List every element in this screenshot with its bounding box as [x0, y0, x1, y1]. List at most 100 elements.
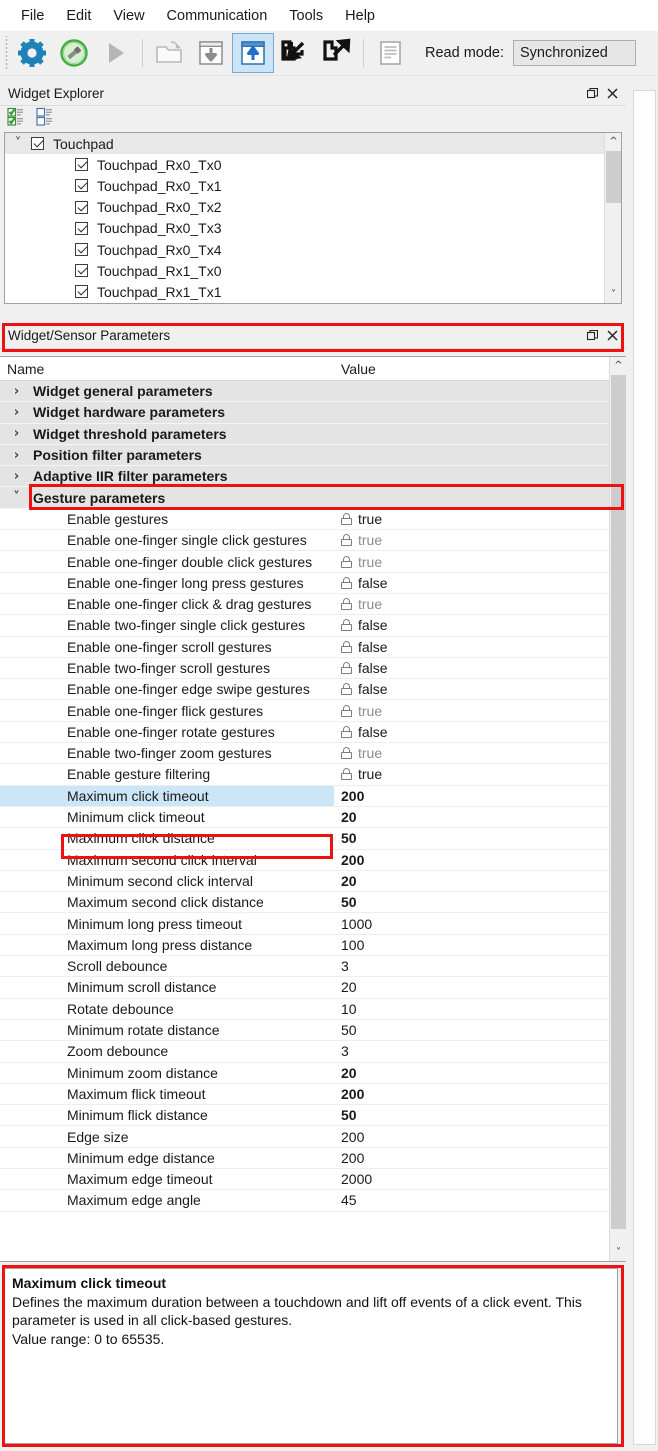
menu-item-edit[interactable]: Edit: [55, 5, 102, 27]
parameter-value-cell[interactable]: 10: [334, 999, 609, 1019]
play-icon[interactable]: [95, 33, 137, 73]
parameter-value-cell[interactable]: true: [334, 509, 609, 529]
menu-item-view[interactable]: View: [102, 5, 155, 27]
parameter-row[interactable]: Enable two-finger zoom gestures true: [0, 743, 609, 765]
tree-item[interactable]: Touchpad_Rx0_Tx0: [5, 154, 604, 175]
parameter-group-row[interactable]: › Widget threshold parameters: [0, 423, 609, 445]
parameter-value-cell[interactable]: 2000: [334, 1169, 609, 1189]
chevron-right-icon[interactable]: ›: [0, 448, 33, 463]
parameter-name-cell[interactable]: Enable two-finger scroll gestures: [0, 658, 334, 678]
parameter-name-cell[interactable]: Minimum click timeout: [0, 807, 334, 827]
scroll-thumb[interactable]: [611, 375, 626, 1229]
parameter-value-cell[interactable]: false: [334, 722, 609, 742]
chevron-right-icon[interactable]: ›: [0, 405, 33, 420]
parameter-value-cell[interactable]: [334, 381, 609, 402]
tree-item[interactable]: Touchpad_Rx0_Tx4: [5, 239, 604, 260]
parameter-value-cell[interactable]: 100: [334, 935, 609, 955]
parameter-row[interactable]: Enable two-finger single click gestures f…: [0, 615, 609, 637]
parameter-row[interactable]: Maximum edge timeout 2000: [0, 1169, 609, 1191]
parameter-row[interactable]: Minimum second click interval 20: [0, 871, 609, 893]
parameter-name-cell[interactable]: Rotate debounce: [0, 999, 334, 1019]
parameter-value-cell[interactable]: false: [334, 615, 609, 635]
float-icon[interactable]: [582, 326, 602, 344]
parameter-group-row[interactable]: › Widget general parameters: [0, 381, 609, 403]
parameter-value-cell[interactable]: 1000: [334, 913, 609, 933]
open-folder-icon[interactable]: [148, 33, 190, 73]
parameter-value-cell[interactable]: true: [334, 764, 609, 784]
parameter-row[interactable]: Minimum edge distance 200: [0, 1148, 609, 1169]
menu-item-communication[interactable]: Communication: [156, 5, 279, 27]
tree-item[interactable]: Touchpad_Rx0_Tx3: [5, 218, 604, 239]
chevron-right-icon[interactable]: ›: [0, 384, 33, 399]
check-all-icon[interactable]: [7, 107, 27, 132]
widget-tree[interactable]: ˅ Touchpad Touchpad_Rx0_Tx0 Touchpad_Rx0_Tx…: [4, 132, 622, 304]
parameter-value-cell[interactable]: 50: [334, 1105, 609, 1125]
parameter-name-cell[interactable]: Edge size: [0, 1126, 334, 1146]
parameter-name-cell[interactable]: › Widget general parameters: [0, 381, 334, 401]
parameter-name-cell[interactable]: Enable gestures: [0, 509, 334, 529]
parameter-value-cell[interactable]: false: [334, 573, 609, 593]
parameter-name-cell[interactable]: Maximum click timeout: [0, 785, 334, 806]
parameter-value-cell[interactable]: 200: [334, 786, 609, 806]
parameter-name-cell[interactable]: › Widget hardware parameters: [0, 402, 334, 422]
parameter-row[interactable]: Enable one-finger long press gestures fal…: [0, 573, 609, 594]
parameter-name-cell[interactable]: Enable one-finger flick gestures: [0, 700, 334, 720]
parameter-name-cell[interactable]: Minimum rotate distance: [0, 1020, 334, 1040]
tree-item-checkbox[interactable]: [75, 179, 88, 193]
parameter-row[interactable]: Zoom debounce 3: [0, 1041, 609, 1063]
parameter-name-cell[interactable]: Enable one-finger rotate gestures: [0, 722, 334, 742]
parameter-value-cell[interactable]: [334, 444, 609, 466]
parameter-name-cell[interactable]: Enable gesture filtering: [0, 764, 334, 784]
scroll-down-icon[interactable]: ˅: [610, 1244, 626, 1261]
parameter-name-cell[interactable]: ˅ Gesture parameters: [0, 487, 334, 507]
parameter-row[interactable]: Enable one-finger scroll gestures false: [0, 637, 609, 658]
parameter-value-cell[interactable]: false: [334, 637, 609, 657]
menu-item-tools[interactable]: Tools: [278, 5, 334, 27]
widget-tree-scrollbar[interactable]: ^ ˅: [604, 133, 621, 303]
parameter-name-cell[interactable]: Minimum zoom distance: [0, 1063, 334, 1083]
report-document-icon[interactable]: [369, 33, 411, 73]
parameter-row[interactable]: Minimum rotate distance 50: [0, 1020, 609, 1042]
parameter-name-cell[interactable]: Maximum edge timeout: [0, 1169, 334, 1189]
tree-item-checkbox[interactable]: [31, 137, 44, 151]
parameter-row[interactable]: Maximum edge angle 45: [0, 1190, 609, 1212]
parameter-value-cell[interactable]: 20: [334, 871, 609, 891]
parameter-name-cell[interactable]: Maximum flick timeout: [0, 1084, 334, 1104]
tree-root-item[interactable]: ˅ Touchpad: [5, 133, 604, 155]
parameter-value-cell[interactable]: true: [334, 743, 609, 763]
parameter-row[interactable]: Enable one-finger rotate gestures false: [0, 722, 609, 744]
export-arrow-icon[interactable]: [316, 33, 358, 73]
parameter-name-cell[interactable]: Minimum long press timeout: [0, 913, 334, 933]
parameter-name-cell[interactable]: Enable one-finger edge swipe gestures: [0, 679, 334, 699]
close-icon[interactable]: [602, 85, 622, 103]
tree-item[interactable]: Touchpad_Rx1_Tx0: [5, 260, 604, 281]
parameter-group-row[interactable]: › Widget hardware parameters: [0, 402, 609, 424]
chevron-right-icon[interactable]: ›: [0, 469, 33, 484]
scroll-down-icon[interactable]: ˅: [605, 286, 621, 303]
uncheck-all-icon[interactable]: [36, 107, 56, 132]
parameter-row[interactable]: Maximum click timeout 200: [0, 785, 609, 807]
parameter-value-cell[interactable]: 20: [334, 1063, 609, 1083]
parameter-row[interactable]: Enable gesture filtering true: [0, 764, 609, 786]
parameter-name-cell[interactable]: Enable one-finger single click gestures: [0, 530, 334, 550]
connect-usb-icon[interactable]: [53, 33, 95, 73]
parameter-name-cell[interactable]: Enable one-finger long press gestures: [0, 573, 334, 593]
parameter-row[interactable]: Maximum second click distance 50: [0, 892, 609, 914]
upload-from-device-icon[interactable]: [232, 33, 274, 73]
scroll-thumb[interactable]: [606, 151, 621, 203]
parameter-row[interactable]: Minimum long press timeout 1000: [0, 913, 609, 935]
parameter-name-cell[interactable]: Scroll debounce: [0, 956, 334, 976]
parameter-value-cell[interactable]: 50: [334, 1020, 609, 1040]
parameter-group-row[interactable]: ˅ Gesture parameters: [0, 487, 609, 509]
tree-item-checkbox[interactable]: [75, 243, 88, 257]
parameter-name-cell[interactable]: Maximum click distance: [0, 828, 334, 848]
parameter-row[interactable]: Maximum long press distance 100: [0, 935, 609, 957]
parameter-row[interactable]: Minimum click timeout 20: [0, 807, 609, 829]
parameter-name-cell[interactable]: Maximum second click distance: [0, 892, 334, 912]
tree-item[interactable]: Touchpad_Rx1_Tx1: [5, 281, 604, 302]
settings-gear-icon[interactable]: [11, 33, 53, 73]
parameter-row[interactable]: Edge size 200: [0, 1126, 609, 1148]
menu-item-file[interactable]: File: [10, 5, 55, 27]
tree-item-checkbox[interactable]: [75, 158, 88, 172]
parameter-value-cell[interactable]: false: [334, 679, 609, 699]
